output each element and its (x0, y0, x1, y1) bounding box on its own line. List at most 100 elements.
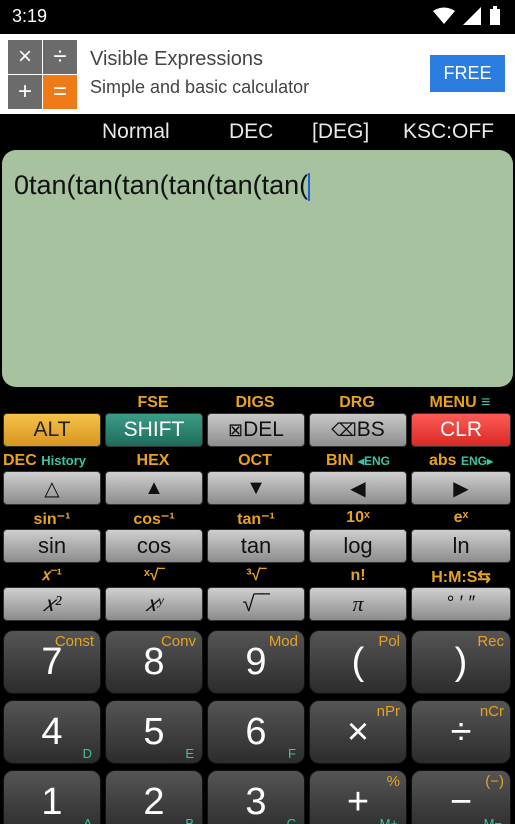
key-9[interactable]: 9 Mod (207, 630, 305, 694)
left-key[interactable]: ◀ (309, 471, 407, 505)
sqrt-key[interactable]: √‾‾ (207, 587, 305, 621)
key-4-label: 4 (41, 710, 63, 753)
ad-logo-equals: = (43, 75, 77, 109)
label-dec: DEC (3, 452, 37, 469)
key-minus[interactable]: − (−) M− (411, 770, 511, 824)
mode-angle: [DEG] (312, 120, 370, 143)
key-8-sup: Conv (160, 633, 196, 650)
label-menu-text: MENU (429, 394, 477, 411)
key-close-paren[interactable]: ) Rec (411, 630, 511, 694)
label-abs-text: abs (428, 452, 457, 469)
ad-logo-plus: + (8, 75, 42, 109)
expression-line: 0tan(tan(tan(tan(tan(tan( (14, 170, 311, 201)
label-acos: cos⁻¹ (133, 511, 175, 528)
ad-subtitle: Simple and basic calculator (90, 77, 310, 97)
key-9-sup: Mod (268, 633, 298, 650)
key-multiply-label: × (346, 710, 370, 753)
signal-icon (463, 7, 481, 25)
status-icons (433, 6, 501, 26)
key-plus[interactable]: +% M+ (309, 770, 407, 824)
key-6[interactable]: 6F (207, 700, 305, 764)
key-plus-label: + (346, 780, 370, 823)
label-inverse: 𝑥⁻¹ (42, 567, 62, 584)
key-1[interactable]: 1A (3, 770, 101, 824)
backspace-key[interactable]: ⌫ BS (309, 413, 407, 447)
arrow-right-icon: ▶ (453, 477, 469, 500)
ad-logo-divide: ÷ (43, 40, 77, 74)
clear-key[interactable]: CLR (411, 413, 511, 447)
ad-title: Visible Expressions (90, 48, 264, 70)
display-panel[interactable]: 0tan(tan(tan(tan(tan(tan( (2, 150, 513, 387)
log-key[interactable]: log (309, 529, 407, 563)
power-key[interactable]: 𝑥ʸ (105, 587, 203, 621)
sin-key[interactable]: sin (3, 529, 101, 563)
label-dec-history: DEC History (3, 452, 103, 470)
label-digs: DIGS (235, 394, 275, 411)
key-multiply[interactable]: × nPr (309, 700, 407, 764)
calculator-app: 3:19 × ÷ + = Visible Expressions Simple … (0, 0, 515, 824)
arrow-down-icon: ▼ (246, 476, 266, 499)
right-key[interactable]: ▶ (411, 471, 511, 505)
shift-key[interactable]: SHIFT (105, 413, 203, 447)
alt-key[interactable]: ALT (3, 413, 101, 447)
delete-box-icon: ⊠ (228, 419, 244, 440)
dms-key[interactable]: ° ′ ″ (411, 587, 511, 621)
mode-ksc: KSC:OFF (403, 120, 495, 143)
up-key[interactable]: ▲ (105, 471, 203, 505)
label-bin-eng: ◂ENG (357, 454, 391, 468)
ln-key[interactable]: ln (411, 529, 511, 563)
del-key[interactable]: ⊠ DEL (207, 413, 305, 447)
key-5-sub: E (185, 746, 194, 761)
key-5[interactable]: 5E (105, 700, 203, 764)
history-up-key[interactable]: △ (3, 471, 101, 505)
key-6-sub: F (288, 746, 296, 761)
label-hex: HEX (136, 452, 170, 469)
label-pow10: 10ˣ (346, 509, 370, 526)
down-key[interactable]: ▼ (207, 471, 305, 505)
pi-key[interactable]: π (309, 587, 407, 621)
text-cursor (308, 172, 311, 201)
key-2-sub: B (185, 816, 194, 824)
key-minus-sub: M− (483, 816, 502, 824)
key-1-sub: A (83, 816, 92, 824)
key-7-sup: Const (54, 633, 94, 650)
key-5-label: 5 (143, 710, 165, 753)
square-key[interactable]: 𝑥² (3, 587, 101, 621)
cos-key[interactable]: cos (105, 529, 203, 563)
key-6-label: 6 (245, 710, 267, 753)
label-abs-eng: ENG▸ (461, 454, 494, 468)
expression-text: 0tan(tan(tan(tan(tan(tan( (14, 170, 309, 200)
key-open-paren[interactable]: (Pol (309, 630, 407, 694)
triangle-up-outline-icon: △ (44, 477, 60, 500)
tan-key[interactable]: tan (207, 529, 305, 563)
label-bin-text: BIN (325, 452, 354, 469)
label-oct: OCT (238, 452, 272, 469)
key-4[interactable]: 4D (3, 700, 101, 764)
key-divide-sup: nCr (479, 703, 504, 720)
bs-key-label: BS (356, 418, 385, 441)
key-2[interactable]: 2B (105, 770, 203, 824)
key-open-paren-sup: Pol (378, 633, 400, 650)
key-9-label: 9 (245, 640, 267, 683)
label-menu: MENU ≡ (410, 394, 510, 412)
key-3-label: 3 (245, 780, 267, 823)
label-factorial: n! (350, 567, 366, 584)
key-2-label: 2 (143, 780, 165, 823)
backspace-icon: ⌫ (331, 419, 357, 440)
key-3[interactable]: 3C (207, 770, 305, 824)
label-bin: BIN ◂ENG (308, 452, 408, 470)
label-xroot: ˣ√‾ (144, 567, 164, 584)
key-8[interactable]: 8 Conv (105, 630, 203, 694)
mode-bar: Normal DEC [DEG] KSC:OFF (0, 114, 515, 150)
label-abs: abs ENG▸ (410, 452, 512, 470)
key-close-paren-sup: Rec (477, 633, 504, 650)
key-plus-sub: M+ (379, 816, 398, 824)
ad-free-button[interactable]: FREE (430, 55, 505, 92)
key-7[interactable]: 7 Const (3, 630, 101, 694)
arrow-left-icon: ◀ (350, 477, 366, 500)
label-fse: FSE (137, 394, 169, 411)
key-divide[interactable]: ÷ nCr (411, 700, 511, 764)
key-plus-sup: % (386, 773, 400, 790)
key-4-sub: D (82, 746, 92, 761)
key-minus-sup: (−) (485, 773, 504, 790)
